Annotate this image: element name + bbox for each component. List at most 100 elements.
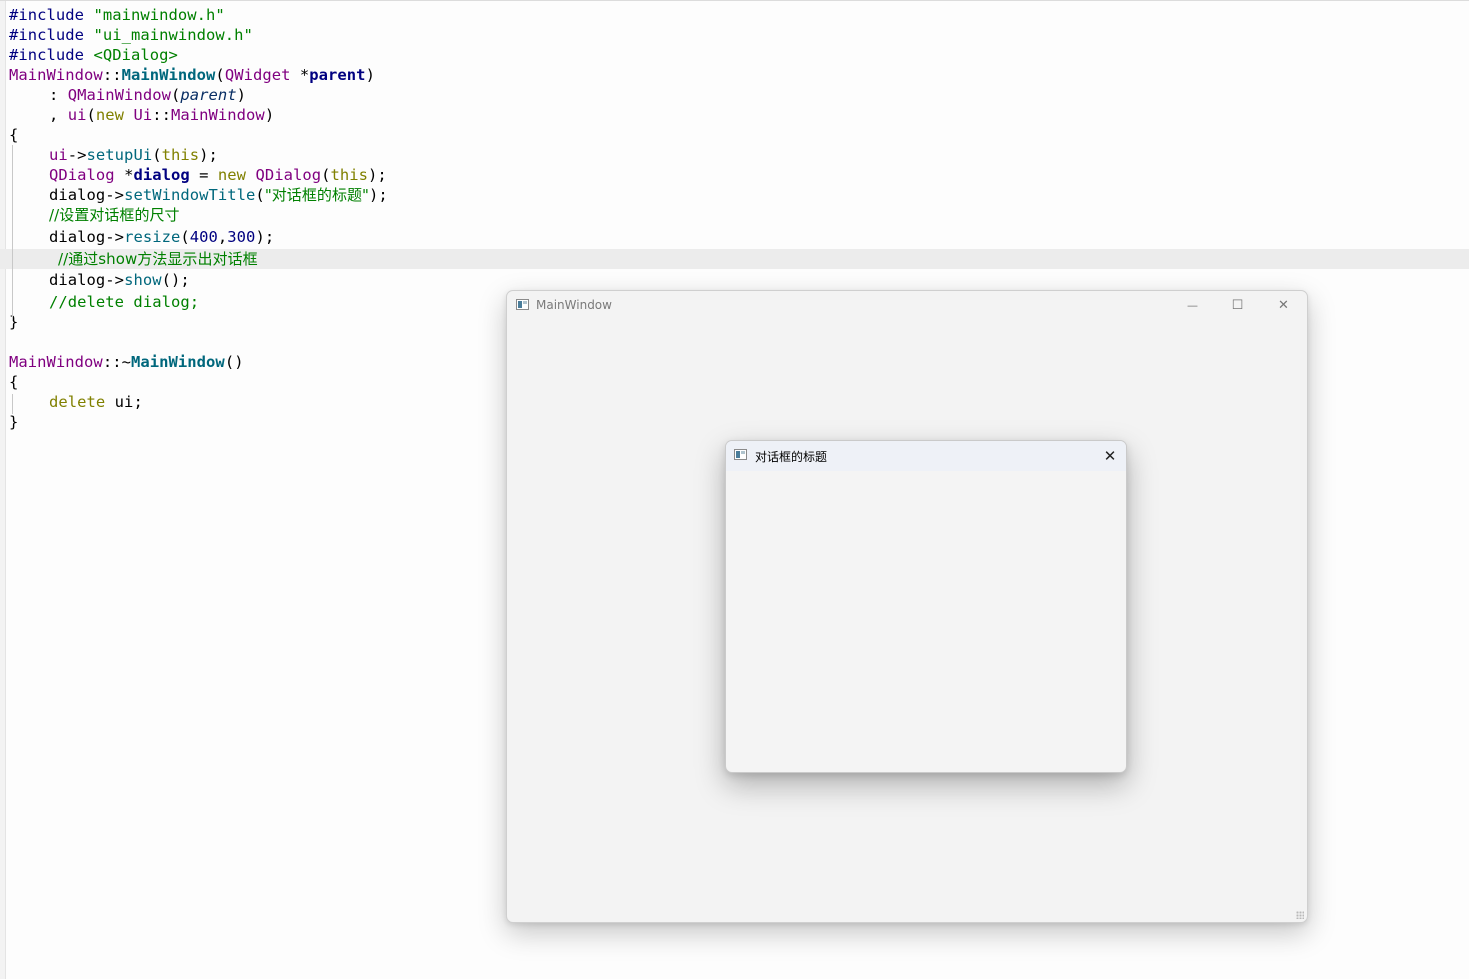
scope-operator: :: xyxy=(102,66,122,84)
minimize-button[interactable]: — xyxy=(1170,291,1215,321)
string-literal: "对话框的标题" xyxy=(264,186,370,204)
type-name: QDialog xyxy=(49,166,115,184)
parameter-name: parent xyxy=(309,66,366,84)
preprocessor-directive: #include xyxy=(9,6,94,24)
paren: ( xyxy=(86,106,96,124)
method-name: setupUi xyxy=(86,146,153,164)
scope-operator: ::~ xyxy=(102,353,131,371)
number-literal: 400 xyxy=(189,228,218,246)
include-path: "ui_mainwindow.h" xyxy=(93,26,253,44)
comment: //delete dialog; xyxy=(49,293,200,311)
pointer-symbol: * xyxy=(290,66,310,84)
maximize-icon: ☐ xyxy=(1231,298,1244,313)
variable-ref: ui xyxy=(105,393,134,411)
include-path: "mainwindow.h" xyxy=(93,6,225,24)
paren: ( xyxy=(180,228,190,246)
arrow-operator: -> xyxy=(105,271,125,289)
class-name: MainWindow xyxy=(9,353,103,371)
open-brace: { xyxy=(9,373,19,391)
paren: ( xyxy=(321,166,331,184)
method-name: show xyxy=(124,271,162,289)
maximize-button[interactable]: ☐ xyxy=(1215,291,1260,321)
code-line-8[interactable]: ui->setupUi(this); xyxy=(9,145,1469,165)
class-name: QDialog xyxy=(246,166,322,184)
code-line-13-current[interactable]: //通过show方法显示出对话框 xyxy=(0,249,1469,269)
include-path: <QDialog> xyxy=(93,46,178,64)
code-line-14[interactable]: dialog->show(); xyxy=(9,269,1469,292)
code-line-3[interactable]: #include <QDialog> xyxy=(9,45,1469,65)
paren: ( xyxy=(152,146,162,164)
keyword-delete: delete xyxy=(49,393,106,411)
close-button[interactable]: ✕ xyxy=(1261,291,1306,321)
comma: , xyxy=(49,106,68,124)
statement-end: ); xyxy=(369,186,388,204)
paren: ) xyxy=(236,86,247,104)
preprocessor-directive: #include xyxy=(9,46,94,64)
comma: , xyxy=(217,228,228,246)
statement-end: (); xyxy=(161,271,190,289)
code-line-9[interactable]: QDialog *dialog = new QDialog(this); xyxy=(9,165,1469,185)
type-name: QWidget xyxy=(224,66,291,84)
code-line-1[interactable]: #include "mainwindow.h" xyxy=(9,5,1469,25)
statement-end: ); xyxy=(368,166,387,184)
paren: ) xyxy=(365,66,375,84)
code-line-12[interactable]: dialog->resize(400,300); xyxy=(9,225,1469,249)
main-window-titlebar[interactable]: MainWindow — ☐ ✕ xyxy=(507,291,1307,321)
keyword-this: this xyxy=(161,146,200,164)
arrow-operator: -> xyxy=(67,146,87,164)
number-literal: 300 xyxy=(227,228,256,246)
variable-ref: dialog xyxy=(49,228,106,246)
method-name: resize xyxy=(124,228,181,246)
code-line-11[interactable]: //设置对话框的尺寸 xyxy=(9,205,1469,225)
open-brace: { xyxy=(9,126,19,144)
code-line-6[interactable]: , ui(new Ui::MainWindow) xyxy=(9,105,1469,125)
editor-gutter xyxy=(0,1,6,979)
close-icon: ✕ xyxy=(1103,447,1117,465)
code-line-4[interactable]: MainWindow::MainWindow(QWidget *parent) xyxy=(9,65,1469,85)
code-line-10[interactable]: dialog->setWindowTitle("对话框的标题"); xyxy=(9,185,1469,205)
namespace-name: Ui xyxy=(124,106,153,124)
resize-grip[interactable] xyxy=(1296,911,1304,919)
preprocessor-directive: #include xyxy=(9,26,94,44)
dialog-titlebar[interactable]: 对话框的标题 ✕ xyxy=(726,441,1126,471)
minimize-icon: — xyxy=(1187,299,1198,312)
dialog-app-icon xyxy=(734,449,747,460)
paren: ) xyxy=(264,106,275,124)
paren: ( xyxy=(215,66,225,84)
constructor-name: MainWindow xyxy=(121,66,216,84)
statement-end: ; xyxy=(133,393,143,411)
comment: //通过show方法显示出对话框 xyxy=(58,250,258,268)
dialog-close-button[interactable]: ✕ xyxy=(1094,441,1126,471)
code-line-2[interactable]: #include "ui_mainwindow.h" xyxy=(9,25,1469,45)
statement-end: ); xyxy=(199,146,218,164)
class-name: MainWindow xyxy=(9,66,103,84)
dialog-window[interactable]: 对话框的标题 ✕ xyxy=(725,440,1127,773)
main-window-title: MainWindow xyxy=(536,298,612,312)
close-brace: } xyxy=(9,413,19,431)
destructor-name: MainWindow xyxy=(130,353,225,371)
variable-name: dialog xyxy=(133,166,190,184)
paren: ( xyxy=(170,86,181,104)
keyword-this: this xyxy=(330,166,369,184)
pointer-symbol: * xyxy=(114,166,134,184)
arrow-operator: -> xyxy=(105,228,125,246)
keyword-new: new xyxy=(217,166,247,184)
class-name: MainWindow xyxy=(171,106,265,124)
close-brace: } xyxy=(9,313,19,331)
variable-ref: dialog xyxy=(49,271,106,289)
scope-operator: :: xyxy=(152,106,171,124)
keyword-new: new xyxy=(95,106,125,124)
code-line-5[interactable]: : QMainWindow(parent) xyxy=(9,85,1469,105)
paren: () xyxy=(224,353,244,371)
indent-guide xyxy=(12,145,13,321)
member-name: ui xyxy=(49,146,68,164)
close-icon: ✕ xyxy=(1278,298,1289,313)
member-name: ui xyxy=(67,106,87,124)
dialog-title: 对话框的标题 xyxy=(755,450,828,464)
parameter-ref: parent xyxy=(180,86,237,104)
variable-ref: dialog xyxy=(49,186,106,204)
top-border xyxy=(0,0,1469,1)
code-line-7[interactable]: { xyxy=(9,125,1469,145)
statement-end: ); xyxy=(255,228,275,246)
paren: ( xyxy=(255,186,265,204)
